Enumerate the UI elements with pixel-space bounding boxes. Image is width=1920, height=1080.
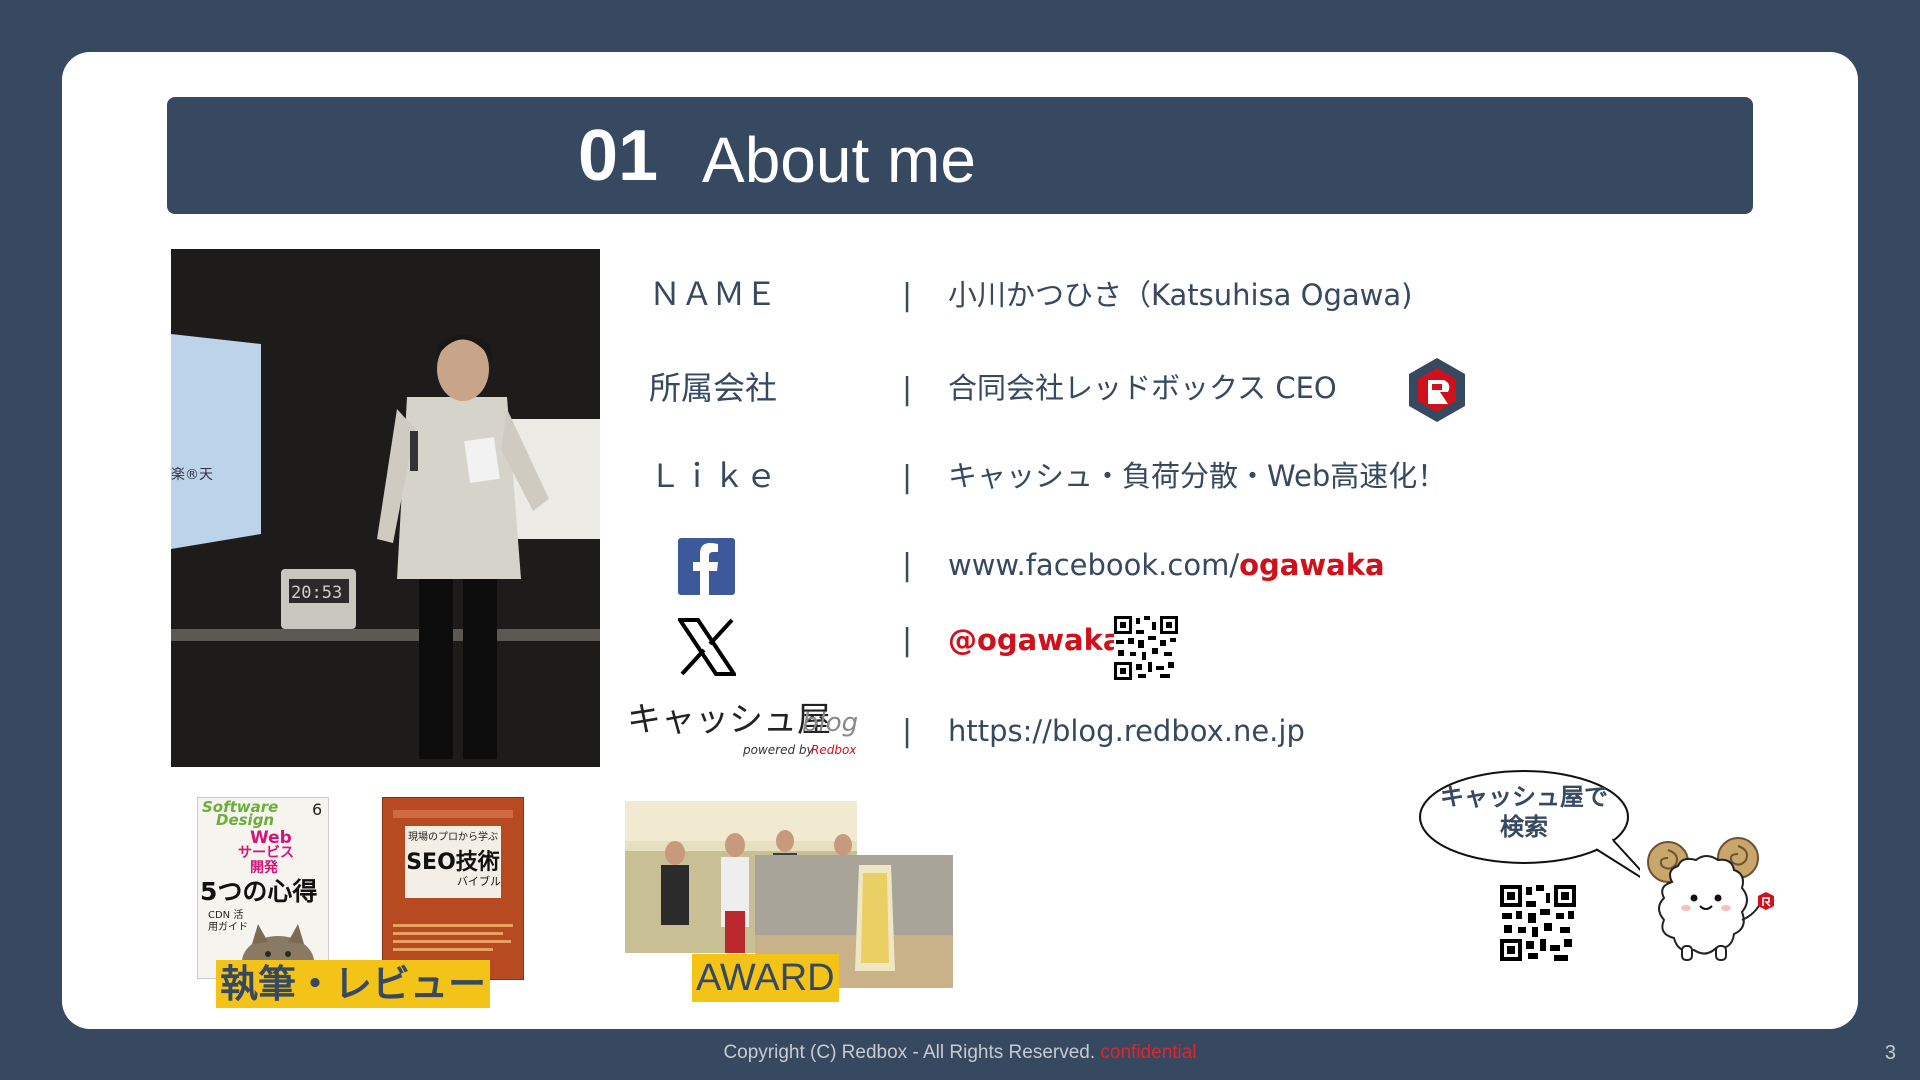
book1-title: 5つの心得: [200, 877, 318, 906]
bubble-line1: キャッシュ屋で: [1440, 783, 1608, 811]
blog-logo-main: キャッシュ屋: [627, 700, 831, 740]
footer-copyright: Copyright (C) Redbox - All Rights Reserv…: [723, 1042, 1096, 1063]
writing-review-tag: 執筆・レビュー: [216, 960, 491, 1008]
book2-sub: バイブル: [457, 875, 501, 888]
value-company: 合同会社レッドボックス CEO: [948, 371, 1337, 405]
book1-issue: 6: [312, 800, 323, 819]
clock-readout: 20:53: [291, 583, 342, 603]
separator: |: [902, 278, 913, 313]
page-number: 3: [1884, 1042, 1896, 1064]
label-company: 所属会社: [648, 369, 777, 407]
separator: |: [902, 372, 913, 407]
separator: |: [902, 714, 913, 749]
speaker-photo: 20:53 楽®天: [171, 249, 600, 767]
cache-blog-logo[interactable]: キャッシュ屋 blog powered by Redbox: [625, 700, 859, 762]
blog-logo-brand: Redbox: [811, 743, 857, 757]
label-name: ＮＡＭＥ: [648, 275, 777, 313]
facebook-handle: ogawaka: [1239, 548, 1385, 582]
blog-qr-code: [1500, 885, 1576, 961]
x-qr-code: [1114, 616, 1178, 680]
separator: |: [902, 460, 913, 495]
blog-url-link[interactable]: https://blog.redbox.ne.jp: [948, 711, 1305, 751]
blog-logo-sub: blog: [802, 708, 859, 738]
section-number: 01: [578, 116, 659, 196]
separator: |: [902, 623, 913, 658]
award-tag: AWARD: [692, 954, 839, 1002]
x-logo-icon[interactable]: [678, 618, 736, 676]
x-handle[interactable]: @ogawaka: [948, 620, 1122, 660]
book-cover-seo: 現場のプロから学ぶ SEO技術 バイブル: [382, 797, 524, 980]
sheep-mascot-icon: [1647, 837, 1774, 961]
book2-main: SEO技術: [406, 850, 500, 875]
bubble-text: キャッシュ屋で 検索: [1420, 782, 1628, 842]
facebook-link[interactable]: www.facebook.com/ogawaka: [948, 545, 1385, 585]
book1-service: サービス: [238, 845, 294, 861]
separator: |: [902, 548, 913, 583]
facebook-url-prefix: www.facebook.com/: [948, 548, 1240, 582]
book1-line2: Design: [216, 811, 275, 829]
facebook-icon[interactable]: [678, 538, 735, 595]
book2-title: 現場のプロから学ぶ: [408, 832, 498, 843]
speaker-photo-illustration: 20:53 楽®天: [171, 249, 600, 767]
book1-web: Web: [250, 828, 292, 848]
footer: Copyright (C) Redbox - All Rights Reserv…: [0, 1042, 1920, 1064]
value-name: 小川かつひさ（Katsuhisa Ogawa): [948, 278, 1413, 312]
label-like: Ｌｉｋｅ: [648, 457, 777, 495]
book1-kaihatsu: 開発: [250, 860, 278, 876]
page-title: About me: [702, 124, 976, 196]
book-cover-software-design: Software Design 6 Web サービス 開発 5つの心得 CDN …: [197, 797, 329, 979]
value-like: キャッシュ・負荷分散・Web高速化！: [948, 459, 1447, 493]
screen-text: 楽®天: [171, 467, 213, 483]
blog-logo-powered: powered by: [743, 743, 814, 757]
footer-confidential: confidential: [1100, 1042, 1197, 1063]
redbox-logo-icon: [1409, 358, 1465, 422]
bubble-line2: 検索: [1500, 813, 1548, 841]
